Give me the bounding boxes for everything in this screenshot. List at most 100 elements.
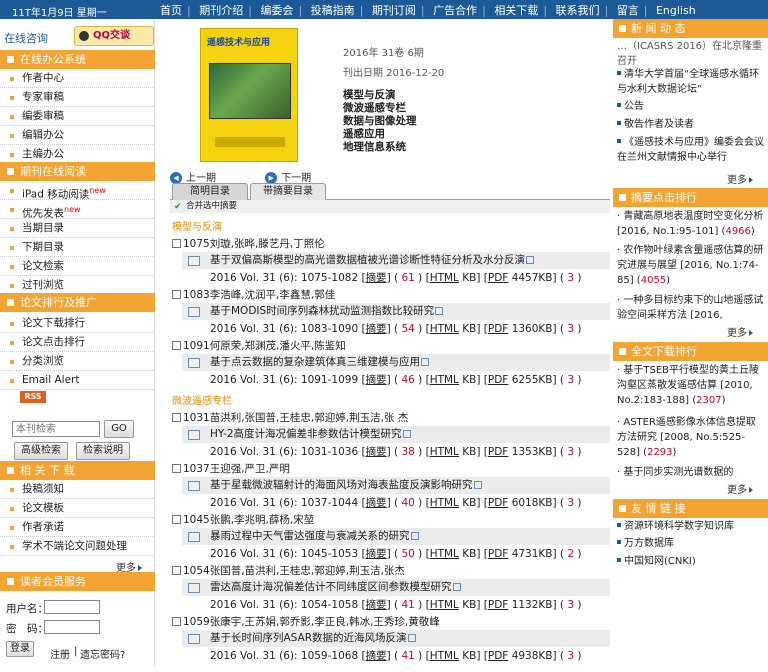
article-checkbox[interactable] (172, 617, 181, 626)
go-button[interactable]: GO (104, 420, 134, 438)
online-consult-link[interactable]: 在线咨询 (4, 30, 48, 46)
friend-link[interactable]: 资源环境科学数字知识库 (617, 519, 765, 534)
html-link[interactable]: HTML (430, 446, 459, 458)
journal-next[interactable]: 下期目录 (0, 238, 155, 257)
html-link[interactable]: HTML (430, 650, 459, 662)
click-rank-item[interactable]: · 一种多目标约束下的山地遥感试验空间采样方法 [2016, (617, 293, 765, 323)
news-item[interactable]: 《遥感技术与应用》编委会会议在兰州文献情报中心举行 (617, 135, 765, 165)
article-title-row[interactable]: HY-2高度计海况偏差非参数估计模型研究 (182, 426, 610, 443)
article-checkbox[interactable] (172, 464, 181, 473)
column-link[interactable]: 模型与反演 (343, 89, 417, 102)
html-link[interactable]: HTML (430, 323, 459, 335)
article-title-row[interactable]: 基于点云数据的复杂建筑体真三维建模与应用 (182, 354, 610, 371)
nav-intro[interactable]: 期刊介绍 (199, 4, 243, 17)
click-more-link[interactable]: 更多 (727, 324, 753, 339)
news-more-link[interactable]: 更多 (727, 171, 753, 186)
article-checkbox[interactable] (172, 239, 181, 248)
rank-download[interactable]: 论文下载排行 (0, 314, 155, 333)
pdf-link[interactable]: PDF (488, 599, 508, 611)
nav-english[interactable]: English (656, 4, 696, 17)
news-item[interactable]: 清华大学首届“全球遥感水循环与水利大数据论坛” (617, 67, 765, 97)
search-input[interactable] (12, 421, 100, 437)
office-author[interactable]: 作者中心 (0, 69, 155, 88)
friend-link[interactable]: 万方数据库 (617, 536, 765, 551)
rank-click[interactable]: 论文点击排行 (0, 333, 155, 352)
article-title-row[interactable]: 基于长时间序列ASAR数据的近海风场反演 (182, 630, 610, 647)
password-field[interactable] (44, 620, 100, 634)
journal-ipad[interactable]: iPad 移动阅读new (0, 181, 155, 201)
download-misconduct[interactable]: 学术不端论文问题处理 (0, 537, 155, 556)
column-link[interactable]: 微波遥感专栏 (343, 102, 417, 115)
news-item[interactable]: 公告 (617, 99, 765, 114)
username-field[interactable] (44, 600, 100, 614)
rss-button[interactable]: RSS (20, 391, 46, 403)
click-rank-item[interactable]: · 农作物叶绿素含量遥感估算的研究进展与展望 [2016, No.1:74-85… (617, 243, 765, 288)
tab-brief-toc[interactable]: 简明目录 (172, 183, 248, 200)
news-item[interactable]: 敬告作者及读者 (617, 117, 765, 132)
article-title-row[interactable]: 基于MODIS时间序列森林扰动监测指数比较研究 (182, 303, 610, 320)
abstract-link[interactable]: 摘要 (366, 272, 387, 284)
article-checkbox[interactable] (172, 413, 181, 422)
article-checkbox[interactable] (172, 341, 181, 350)
journal-current[interactable]: 当期目录 (0, 219, 155, 238)
forgot-password-link[interactable]: 遗忘密码? (80, 646, 125, 661)
click-rank-item[interactable]: · 青藏高原地表温度时空变化分析 [2016, No.1:95-101] (49… (617, 209, 765, 239)
pdf-link[interactable]: PDF (488, 548, 508, 560)
nav-subscribe[interactable]: 期刊订阅 (372, 4, 416, 17)
advanced-search-button[interactable]: 高级检索 (14, 442, 68, 460)
nav-ads[interactable]: 广告合作 (433, 4, 477, 17)
article-title-row[interactable]: 基于双偏高斯模型的高光谱数据植被光谱诊断性特征分析及水分反演 (182, 252, 610, 269)
abstract-link[interactable]: 摘要 (366, 446, 387, 458)
article-title-row[interactable]: 基于星载微波辐射计的海面风场对海表盐度反演影响研究 (182, 477, 610, 494)
nav-board[interactable]: 编委会 (260, 4, 293, 17)
download-rank-item[interactable]: · ASTER遥感影像水体信息提取方法研究 [2008, No.5:525-52… (617, 415, 765, 460)
nav-downloads[interactable]: 相关下载 (494, 4, 538, 17)
journal-search[interactable]: 论文检索 (0, 257, 155, 276)
download-guide[interactable]: 投稿须知 (0, 480, 155, 499)
abstract-link[interactable]: 摘要 (366, 650, 387, 662)
nav-guide[interactable]: 投稿指南 (311, 4, 355, 17)
html-link[interactable]: HTML (430, 272, 459, 284)
pdf-link[interactable]: PDF (488, 650, 508, 662)
tab-abstract-toc[interactable]: 带摘要目录 (250, 183, 326, 200)
pdf-link[interactable]: PDF (488, 497, 508, 509)
html-link[interactable]: HTML (430, 497, 459, 509)
journal-priority[interactable]: 优先发表new (0, 200, 155, 220)
download-pledge[interactable]: 作者承诺 (0, 518, 155, 537)
abstract-link[interactable]: 摘要 (366, 497, 387, 509)
abstract-link[interactable]: 摘要 (366, 548, 387, 560)
article-checkbox[interactable] (172, 290, 181, 299)
login-button[interactable]: 登录 (6, 641, 34, 657)
pdf-link[interactable]: PDF (488, 446, 508, 458)
abstract-link[interactable]: 摘要 (366, 599, 387, 611)
article-title-row[interactable]: 暴雨过程中天气雷达强度与衰减关系的研究 (182, 528, 610, 545)
download-template[interactable]: 论文模板 (0, 499, 155, 518)
pdf-link[interactable]: PDF (488, 323, 508, 335)
qq-chat-button[interactable]: QQ交谈 (74, 26, 154, 46)
html-link[interactable]: HTML (430, 548, 459, 560)
rank-email-alert[interactable]: Email Alert (0, 371, 155, 390)
article-title-row[interactable]: 雷达高度计海况偏差估计不同纬度区间参数模型研究 (182, 579, 610, 596)
abstract-link[interactable]: 摘要 (366, 323, 387, 335)
friend-link[interactable]: 中国知网(CNKI) (617, 554, 765, 569)
merge-abstracts-bar[interactable]: ✔ 合并选中摘要 (170, 200, 610, 213)
article-checkbox[interactable] (172, 515, 181, 524)
search-help-button[interactable]: 检索说明 (76, 442, 130, 460)
pdf-link[interactable]: PDF (488, 272, 508, 284)
download-rank-item[interactable]: · 基于TSEB平行模型的黄土丘陵沟壑区蒸散发遥感估算 [2010, No.2:… (617, 363, 765, 408)
nav-message[interactable]: 留言 (617, 4, 639, 17)
download-rank-item[interactable]: · 基于同步实测光谱数据的ASTER (617, 465, 765, 480)
html-link[interactable]: HTML (430, 599, 459, 611)
download-rank-more-link[interactable]: 更多 (727, 481, 753, 496)
journal-cover[interactable]: 遥感技术与应用 (200, 28, 298, 162)
column-link[interactable]: 地理信息系统 (343, 141, 417, 154)
office-editor-review[interactable]: 编委审稿 (0, 107, 155, 126)
column-link[interactable]: 遥感应用 (343, 128, 417, 141)
register-link[interactable]: 注册 (50, 646, 70, 661)
nav-home[interactable]: 首页 (160, 4, 182, 17)
news-item[interactable]: …（ICASRS 2016）在北京隆重召开 (617, 39, 765, 69)
rank-category[interactable]: 分类浏览 (0, 352, 155, 371)
abstract-link[interactable]: 摘要 (366, 374, 387, 386)
column-link[interactable]: 数据与图像处理 (343, 115, 417, 128)
nav-contact[interactable]: 联系我们 (556, 4, 600, 17)
